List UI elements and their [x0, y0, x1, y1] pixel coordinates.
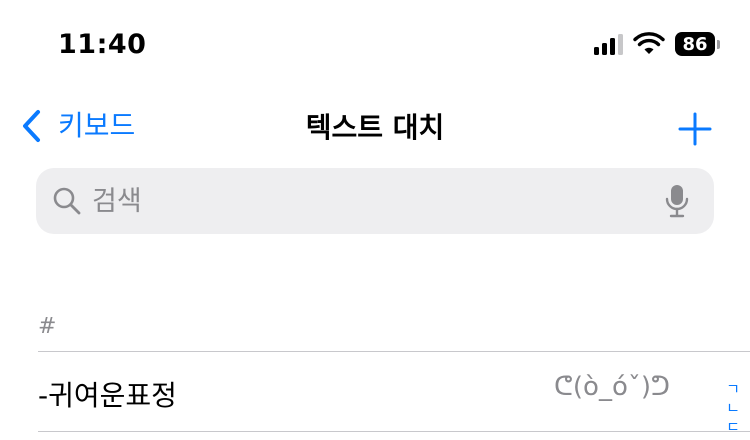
list-item[interactable]: -귀여운표정 ᕦ(ò_óˇ)ᕤ — [0, 352, 750, 430]
divider — [38, 431, 750, 432]
wifi-icon — [633, 32, 665, 54]
index-item[interactable]: ㄴ — [726, 399, 740, 418]
status-time: 11:40 — [58, 29, 147, 60]
plus-icon[interactable] — [678, 112, 712, 146]
phrase-label: -귀여운표정 — [38, 379, 177, 412]
section-index[interactable]: ㄱ ㄴ ㄷ — [726, 380, 740, 437]
page-title: 텍스트 대치 — [305, 111, 445, 144]
signal-icon — [594, 33, 623, 55]
index-item[interactable]: ㄱ — [726, 380, 740, 399]
navigation-bar: 키보드 텍스트 대치 — [0, 98, 750, 158]
battery-percent: 86 — [675, 32, 715, 56]
search-bar[interactable] — [36, 168, 714, 234]
section-header: # — [38, 314, 57, 339]
microphone-icon[interactable] — [664, 183, 690, 219]
shortcut-label: ᕦ(ò_óˇ)ᕤ — [553, 372, 670, 402]
index-item[interactable]: ㄷ — [726, 418, 740, 437]
search-input[interactable] — [92, 168, 664, 234]
status-bar: 11:40 86 — [0, 0, 750, 90]
status-indicators: 86 — [594, 31, 720, 57]
battery-icon: 86 — [675, 32, 720, 56]
search-icon — [53, 187, 81, 215]
